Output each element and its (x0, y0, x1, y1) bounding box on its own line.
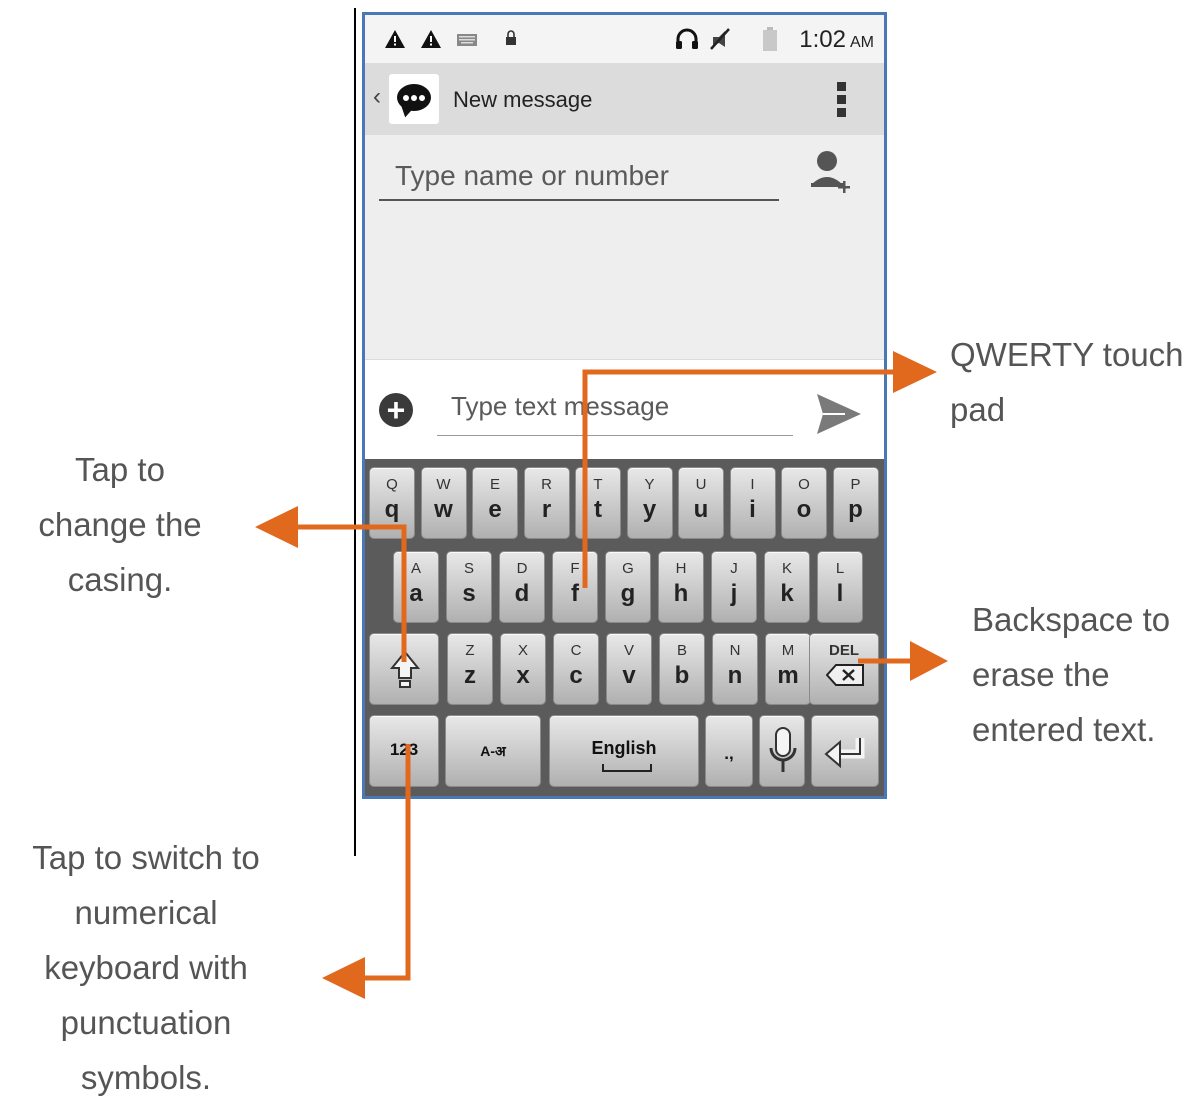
numeric-callout-line (360, 744, 411, 981)
casing-arrowhead (255, 506, 298, 548)
numeric-arrowhead (322, 957, 365, 999)
qwerty-arrowhead (893, 351, 937, 393)
annotation-backspace: Backspace to erase the entered text. (972, 601, 1171, 748)
casing-callout-line (295, 524, 407, 662)
annotation-numeric: Tap to switch to numerical keyboard with… (32, 839, 260, 1096)
annotation-qwerty: QWERTY touch pad (950, 336, 1184, 428)
qwerty-callout-line (582, 369, 900, 588)
backspace-arrowhead (910, 641, 948, 681)
annotation-casing: Tap to change the casing. (38, 451, 202, 598)
